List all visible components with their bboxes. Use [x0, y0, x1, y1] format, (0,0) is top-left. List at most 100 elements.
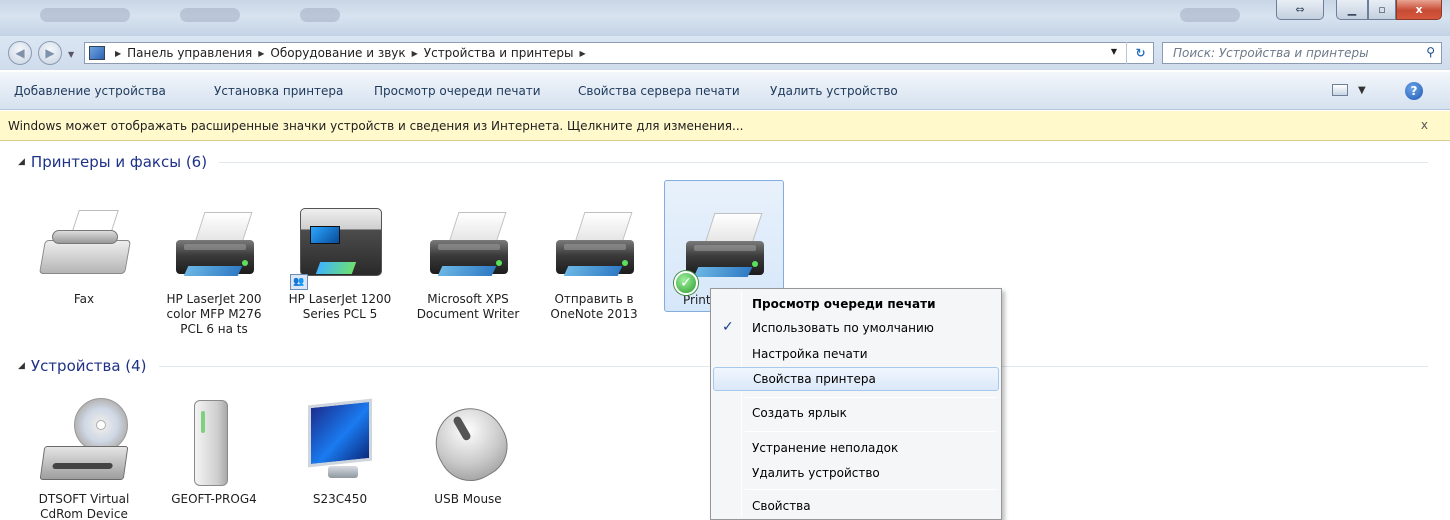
menu-separator: [745, 397, 997, 398]
title-blur: [300, 8, 340, 22]
breadcrumb-separator-icon[interactable]: ▶: [412, 49, 418, 58]
menu-item-label: Удалить устройство: [752, 466, 880, 480]
navigation-bar: ◀ ▶ ▼ ▶ Панель управления ▶ Оборудование…: [0, 36, 1450, 70]
collapse-triangle-icon[interactable]: ◢: [18, 361, 25, 371]
title-bar: ⇔ ▁ ▫ x: [0, 0, 1450, 36]
device-label: HP LaserJet 1200 Series PCL 5: [288, 292, 392, 321]
checkmark-icon: ✓: [722, 319, 734, 335]
info-bar-text[interactable]: Windows может отображать расширенные зна…: [8, 119, 743, 133]
printer-icon: ✓: [674, 191, 774, 295]
computer-icon: [164, 390, 264, 490]
printer-icon: [164, 190, 264, 290]
help-icon: ?: [1410, 84, 1418, 98]
mfp-printer-icon: 👥: [290, 190, 390, 290]
control-panel-icon: [89, 46, 105, 60]
title-blur: [180, 8, 240, 22]
menu-item-label: Создать ярлык: [752, 406, 847, 420]
minimize-icon: ▁: [1347, 3, 1357, 16]
device-label: Отправить в OneNote 2013: [550, 292, 638, 321]
remove-device-button[interactable]: Удалить устройство: [770, 84, 898, 98]
search-icon[interactable]: ⚲: [1426, 45, 1435, 59]
address-bar[interactable]: ▶ Панель управления ▶ Оборудование и зву…: [84, 42, 1154, 64]
printer-icon: [544, 190, 644, 290]
menu-item-label: Просмотр очереди печати: [752, 297, 936, 311]
back-button[interactable]: ◀: [8, 41, 32, 65]
device-item-hp-laserjet-1200[interactable]: 👥 HP LaserJet 1200 Series PCL 5: [280, 190, 400, 322]
info-bar[interactable]: Windows может отображать расширенные зна…: [0, 111, 1450, 141]
device-label: HP LaserJet 200 color MFP M276 PCL 6 на …: [166, 292, 262, 336]
menu-item-label: Использовать по умолчанию: [752, 321, 934, 335]
close-button[interactable]: x: [1396, 0, 1442, 20]
device-label: DTSOFT Virtual CdRom Device: [38, 492, 130, 520]
breadcrumb-hardware-sound[interactable]: Оборудование и звук: [270, 46, 405, 60]
shared-users-icon: 👥: [290, 274, 308, 290]
history-dropdown-icon[interactable]: ▼: [68, 50, 74, 59]
title-blur: [1180, 8, 1240, 22]
device-label: S23C450: [312, 492, 368, 506]
help-button[interactable]: ?: [1405, 82, 1423, 100]
forward-button[interactable]: ▶: [38, 41, 62, 65]
menu-item-printer-properties[interactable]: Свойства принтера: [713, 367, 999, 391]
menu-item-troubleshoot[interactable]: Устранение неполадок: [713, 436, 999, 460]
breadcrumb-separator-icon[interactable]: ▶: [115, 49, 121, 58]
menu-item-remove-device[interactable]: Удалить устройство: [713, 461, 999, 485]
menu-item-set-default[interactable]: ✓ Использовать по умолчанию: [713, 316, 999, 340]
device-item-onenote[interactable]: Отправить в OneNote 2013: [534, 190, 654, 322]
device-item-fax[interactable]: Fax: [24, 190, 144, 307]
breadcrumb-separator-icon[interactable]: ▶: [258, 49, 264, 58]
cdrom-icon: [34, 390, 134, 490]
mouse-icon: [418, 390, 520, 493]
chevron-down-icon: ▼: [1358, 84, 1366, 96]
address-dropdown-icon[interactable]: ▼: [1111, 47, 1117, 56]
device-item-hp-laserjet-200[interactable]: HP LaserJet 200 color MFP M276 PCL 6 на …: [154, 190, 274, 337]
menu-separator: [745, 489, 997, 490]
menu-separator: [745, 431, 997, 432]
change-view-button[interactable]: ▼: [1332, 84, 1366, 96]
device-item-geoft-prog4[interactable]: GEOFT-PROG4: [154, 390, 274, 507]
group-title: Устройства (4): [30, 357, 147, 375]
breadcrumb-separator-icon[interactable]: ▶: [579, 49, 585, 58]
add-device-button[interactable]: Добавление устройства: [14, 84, 166, 98]
print-server-properties-button[interactable]: Свойства сервера печати: [578, 84, 740, 98]
refresh-button[interactable]: ↻: [1126, 42, 1154, 64]
collapse-triangle-icon[interactable]: ◢: [18, 157, 25, 167]
menu-item-properties[interactable]: Свойства: [713, 494, 999, 518]
menu-item-print-preferences[interactable]: Настройка печати: [713, 342, 999, 366]
minimize-button[interactable]: ▁: [1336, 0, 1368, 20]
monitor-icon: [290, 390, 390, 490]
device-item-xps-writer[interactable]: Microsoft XPS Document Writer: [408, 190, 528, 322]
maximize-button[interactable]: ▫: [1368, 0, 1396, 20]
group-header-printers[interactable]: ◢ Принтеры и факсы (6): [18, 152, 1428, 172]
group-title: Принтеры и факсы (6): [30, 153, 208, 171]
install-printer-button[interactable]: Установка принтера: [214, 84, 343, 98]
view-icon: [1332, 84, 1348, 96]
menu-item-create-shortcut[interactable]: Создать ярлык: [713, 401, 999, 425]
refresh-icon: ↻: [1135, 46, 1146, 60]
search-input[interactable]: Поиск: Устройства и принтеры ⚲: [1162, 42, 1442, 64]
print-queue-button[interactable]: Просмотр очереди печати: [374, 84, 541, 98]
device-item-dtsoft-cdrom[interactable]: DTSOFT Virtual CdRom Device: [24, 390, 144, 520]
back-arrow-icon: ◀: [15, 46, 25, 60]
device-label: GEOFT-PROG4: [171, 492, 257, 506]
breadcrumb-control-panel[interactable]: Панель управления: [127, 46, 252, 60]
device-item-usb-mouse[interactable]: USB Mouse: [408, 390, 528, 507]
device-label: Microsoft XPS Document Writer: [416, 292, 520, 321]
device-label: Fax: [73, 292, 95, 306]
command-bar: Добавление устройства Установка принтера…: [0, 72, 1450, 110]
group-divider: [219, 161, 1428, 163]
window-controls: ⇔ ▁ ▫ x: [1276, 0, 1442, 20]
search-placeholder: Поиск: Устройства и принтеры: [1173, 46, 1369, 60]
fax-icon: [34, 190, 134, 290]
breadcrumb-devices-printers[interactable]: Устройства и принтеры: [424, 46, 574, 60]
restore-snap-button[interactable]: ⇔: [1276, 0, 1324, 20]
device-label: USB Mouse: [434, 492, 502, 506]
menu-item-label: Свойства принтера: [753, 372, 876, 386]
maximize-icon: ▫: [1378, 3, 1386, 16]
info-bar-close-icon[interactable]: x: [1421, 118, 1428, 132]
menu-item-label: Устранение неполадок: [752, 441, 899, 455]
device-item-s23c450[interactable]: S23C450: [280, 390, 400, 507]
menu-item-label: Свойства: [752, 499, 811, 513]
printer-icon: [418, 190, 518, 290]
menu-item-print-queue[interactable]: Просмотр очереди печати: [713, 292, 999, 316]
default-printer-check-icon: ✓: [674, 271, 698, 295]
